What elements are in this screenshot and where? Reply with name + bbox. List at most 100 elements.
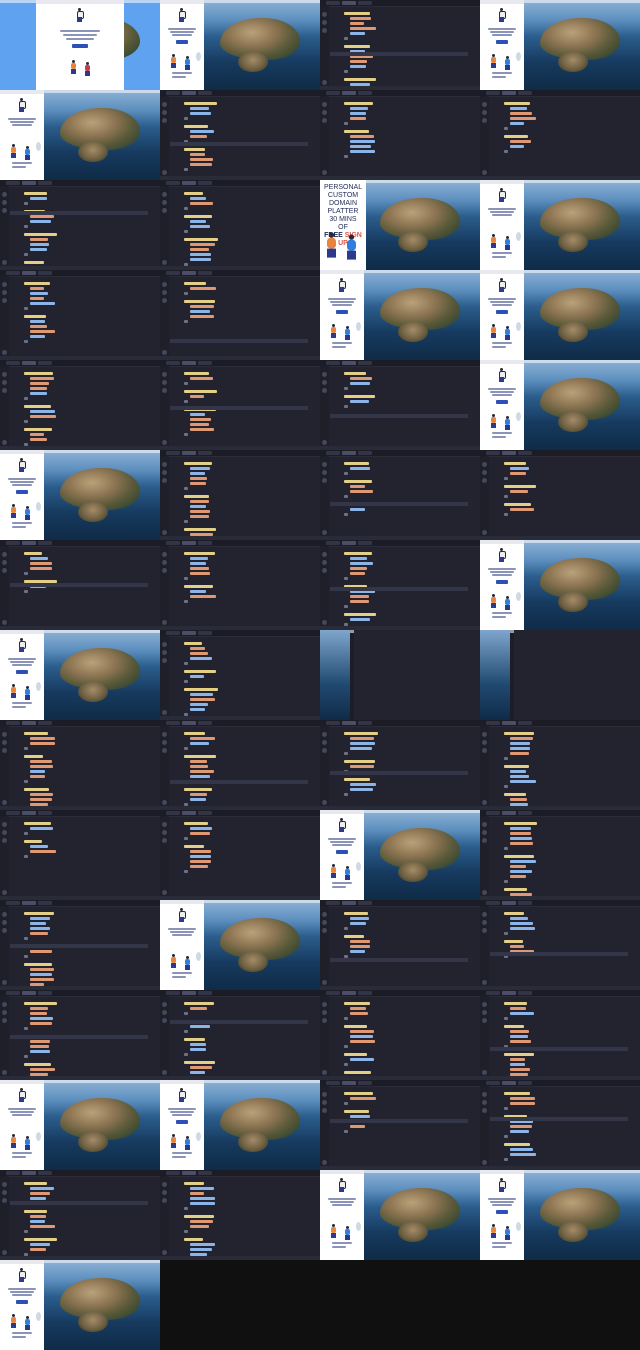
editor-tab[interactable] bbox=[6, 1171, 20, 1175]
activity-icon[interactable] bbox=[322, 1160, 327, 1165]
activity-icon[interactable] bbox=[162, 470, 167, 475]
code-editor-thumbnail[interactable] bbox=[160, 180, 320, 270]
browser-toolbar[interactable] bbox=[0, 450, 44, 454]
desktop-thumbnail[interactable] bbox=[0, 1080, 160, 1170]
editor-tab-bar[interactable] bbox=[0, 270, 160, 277]
editor-tab-bar[interactable] bbox=[320, 540, 480, 547]
editor-tab[interactable] bbox=[198, 271, 212, 275]
code-editor-thumbnail[interactable] bbox=[320, 1080, 480, 1170]
browser-toolbar[interactable] bbox=[480, 0, 524, 4]
editor-tab[interactable] bbox=[358, 991, 372, 995]
code-editor-thumbnail[interactable] bbox=[480, 1080, 640, 1170]
browser-toolbar[interactable] bbox=[160, 0, 204, 4]
editor-tab[interactable] bbox=[198, 991, 212, 995]
activity-icon[interactable] bbox=[322, 980, 327, 985]
activity-icon[interactable] bbox=[482, 1018, 487, 1023]
editor-tab[interactable] bbox=[518, 91, 532, 95]
activity-icon[interactable] bbox=[482, 1010, 487, 1015]
code-area[interactable] bbox=[504, 1092, 536, 1170]
editor-tab[interactable] bbox=[326, 901, 340, 905]
editor-tab[interactable] bbox=[166, 181, 180, 185]
activity-icon[interactable] bbox=[322, 478, 327, 483]
code-editor-thumbnail[interactable] bbox=[160, 810, 320, 900]
code-editor-thumbnail[interactable] bbox=[0, 900, 160, 990]
editor-tab-bar[interactable] bbox=[160, 90, 320, 97]
activity-icon[interactable] bbox=[2, 838, 7, 843]
code-editor-thumbnail[interactable] bbox=[160, 360, 320, 450]
activity-icon[interactable] bbox=[162, 462, 167, 467]
code-area[interactable] bbox=[344, 912, 370, 963]
editor-tab[interactable] bbox=[358, 721, 372, 725]
desktop-thumbnail[interactable] bbox=[480, 360, 640, 450]
activity-icon[interactable] bbox=[2, 1010, 7, 1015]
code-editor-thumbnail[interactable] bbox=[320, 450, 480, 540]
code-editor-thumbnail[interactable] bbox=[480, 900, 640, 990]
activity-icon[interactable] bbox=[2, 1070, 7, 1075]
editor-tab[interactable] bbox=[198, 721, 212, 725]
activity-icon[interactable] bbox=[322, 110, 327, 115]
activity-icon[interactable] bbox=[162, 552, 167, 557]
code-editor-thumbnail[interactable] bbox=[0, 270, 160, 360]
activity-icon[interactable] bbox=[322, 928, 327, 933]
editor-tab[interactable] bbox=[38, 1171, 52, 1175]
editor-tab[interactable] bbox=[518, 1081, 532, 1085]
editor-tab[interactable] bbox=[198, 361, 212, 365]
activity-icon[interactable] bbox=[2, 740, 7, 745]
code-area[interactable] bbox=[24, 1182, 57, 1260]
editor-tab-bar[interactable] bbox=[160, 630, 320, 637]
activity-icon[interactable] bbox=[322, 740, 327, 745]
desktop-thumbnail[interactable] bbox=[0, 630, 160, 720]
editor-tab-bar[interactable] bbox=[320, 720, 480, 727]
activity-icon[interactable] bbox=[162, 170, 167, 175]
editor-tab[interactable] bbox=[182, 631, 196, 635]
editor-tab[interactable] bbox=[182, 361, 196, 365]
editor-tab-bar[interactable] bbox=[480, 720, 640, 727]
editor-tab[interactable] bbox=[22, 991, 36, 995]
activity-icon[interactable] bbox=[2, 560, 7, 565]
activity-icon[interactable] bbox=[162, 560, 167, 565]
activity-icon[interactable] bbox=[322, 1100, 327, 1105]
editor-tab-bar[interactable] bbox=[480, 900, 640, 907]
activity-icon[interactable] bbox=[322, 552, 327, 557]
activity-icon[interactable] bbox=[162, 740, 167, 745]
editor-tab[interactable] bbox=[182, 991, 196, 995]
code-area[interactable] bbox=[344, 372, 376, 413]
code-area[interactable] bbox=[184, 732, 217, 810]
activity-icon[interactable] bbox=[2, 830, 7, 835]
activity-icon[interactable] bbox=[162, 478, 167, 483]
code-editor-thumbnail[interactable] bbox=[160, 540, 320, 630]
editor-tab[interactable] bbox=[198, 1171, 212, 1175]
editor-tab[interactable] bbox=[502, 991, 516, 995]
editor-tab-bar[interactable] bbox=[160, 1170, 320, 1177]
editor-tab[interactable] bbox=[342, 1081, 356, 1085]
desktop-thumbnail[interactable] bbox=[0, 1260, 160, 1350]
editor-tab-bar[interactable] bbox=[0, 900, 160, 907]
activity-icon[interactable] bbox=[2, 1018, 7, 1023]
activity-icon[interactable] bbox=[482, 1002, 487, 1007]
editor-tab[interactable] bbox=[166, 721, 180, 725]
activity-icon[interactable] bbox=[2, 298, 7, 303]
desktop-thumbnail[interactable] bbox=[480, 630, 640, 720]
editor-tab[interactable] bbox=[518, 991, 532, 995]
activity-icon[interactable] bbox=[162, 710, 167, 715]
activity-icon[interactable] bbox=[322, 800, 327, 805]
activity-icon[interactable] bbox=[322, 380, 327, 385]
editor-tab[interactable] bbox=[182, 811, 196, 815]
activity-icon[interactable] bbox=[482, 830, 487, 835]
editor-tab[interactable] bbox=[358, 1081, 372, 1085]
activity-icon[interactable] bbox=[162, 620, 167, 625]
desktop-thumbnail[interactable] bbox=[160, 900, 320, 990]
activity-icon[interactable] bbox=[322, 1092, 327, 1097]
activity-icon[interactable] bbox=[2, 928, 7, 933]
editor-tab[interactable] bbox=[358, 1, 372, 5]
editor-tab-bar[interactable] bbox=[480, 90, 640, 97]
editor-tab[interactable] bbox=[182, 451, 196, 455]
activity-icon[interactable] bbox=[322, 470, 327, 475]
editor-tab[interactable] bbox=[22, 901, 36, 905]
activity-icon[interactable] bbox=[322, 560, 327, 565]
editor-tab[interactable] bbox=[502, 451, 516, 455]
activity-icon[interactable] bbox=[162, 1002, 167, 1007]
code-area[interactable] bbox=[24, 282, 56, 348]
activity-icon[interactable] bbox=[322, 462, 327, 467]
editor-tab-bar[interactable] bbox=[320, 90, 480, 97]
